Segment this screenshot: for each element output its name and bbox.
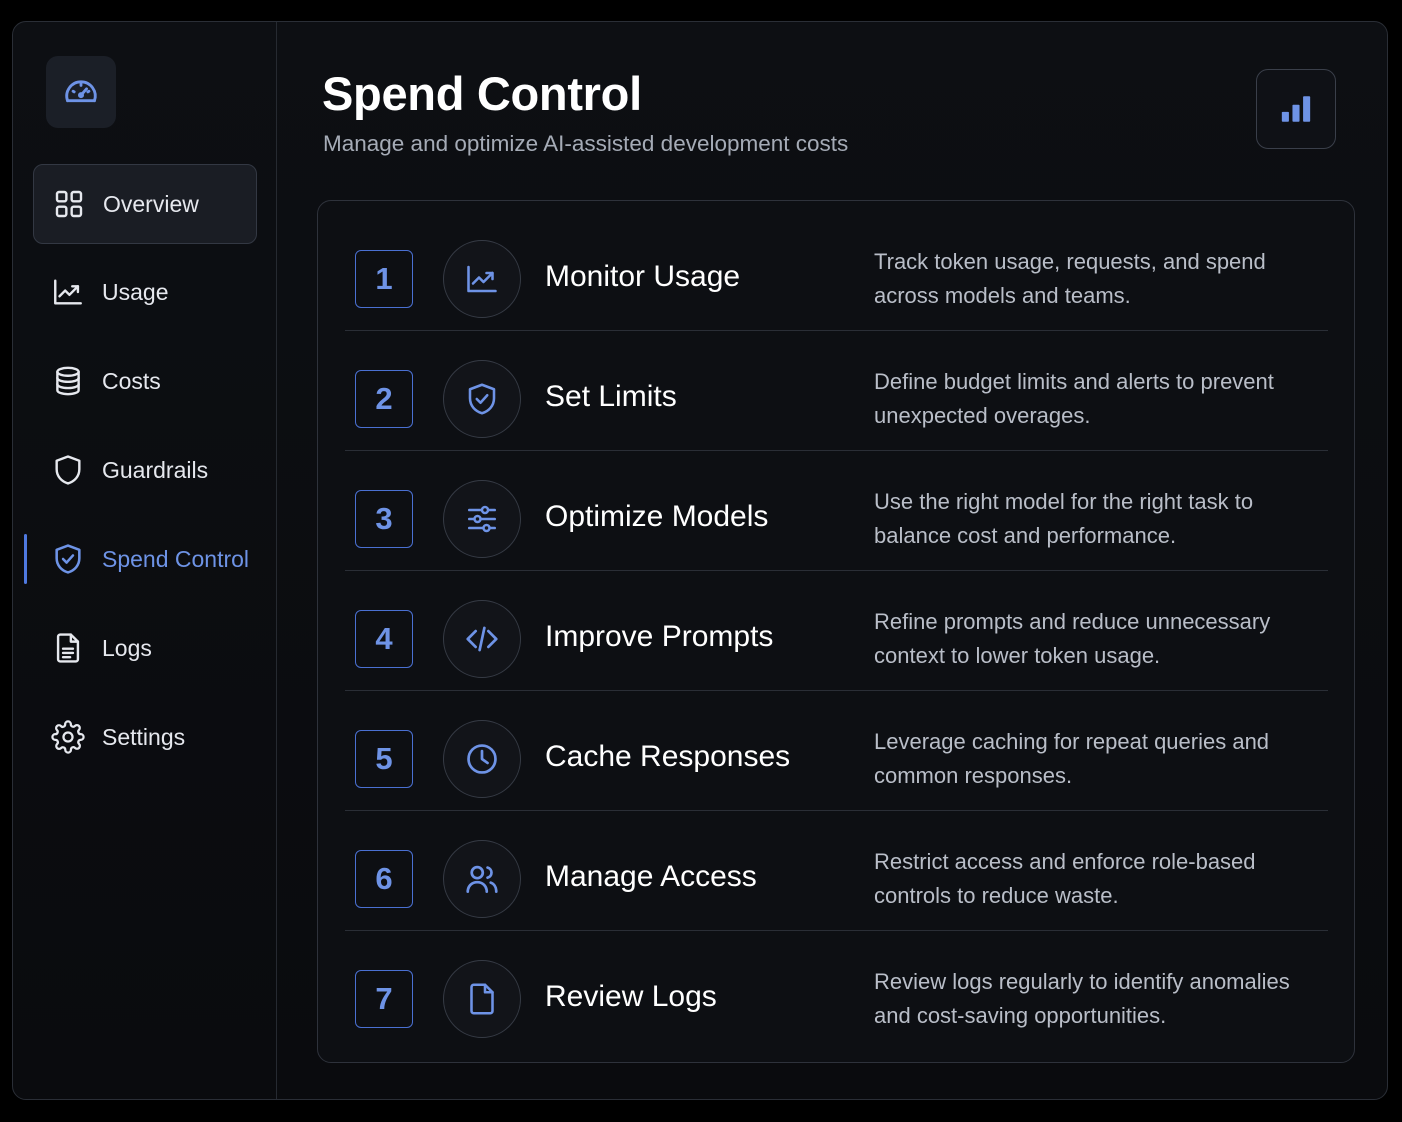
app-window: Overview Usage Costs Guardrails Spend Co… <box>12 21 1388 1100</box>
step-title: Manage Access <box>545 860 757 893</box>
step-row-improve-prompts[interactable]: 4 Improve Prompts Refine prompts and red… <box>345 571 1328 691</box>
shield-icon <box>51 453 85 487</box>
sidebar-item-settings[interactable]: Settings <box>33 697 257 777</box>
bar-chart-icon <box>1279 92 1313 126</box>
step-description: Define budget limits and alerts to preve… <box>874 369 1274 428</box>
current-indicator <box>24 534 27 584</box>
step-icon-circle <box>443 720 521 798</box>
sidebar-item-label: Guardrails <box>102 456 209 483</box>
step-description: Restrict access and enforce role-based c… <box>874 849 1256 908</box>
step-icon-circle <box>443 240 521 318</box>
sidebar-item-logs[interactable]: Logs <box>33 608 257 688</box>
step-icon-circle <box>443 480 521 558</box>
users-icon <box>463 860 501 898</box>
step-title: Review Logs <box>545 980 717 1013</box>
sidebar-item-label: Overview <box>103 190 199 217</box>
sidebar-item-guardrails[interactable]: Guardrails <box>33 430 257 510</box>
code-icon <box>463 620 501 658</box>
line-chart-icon <box>51 275 85 309</box>
clock-icon <box>463 740 501 778</box>
sidebar: Overview Usage Costs Guardrails Spend Co… <box>13 22 277 1099</box>
step-number: 4 <box>355 610 413 668</box>
step-description: Leverage caching for repeat queries and … <box>874 729 1270 788</box>
steps-card: 1 Monitor Usage Track token usage, reque… <box>317 200 1355 1063</box>
step-icon-circle <box>443 960 521 1038</box>
step-title: Set Limits <box>545 380 677 413</box>
step-row-manage-access[interactable]: 6 Manage Access Restrict access and enfo… <box>345 811 1328 931</box>
file-icon <box>464 981 500 1017</box>
step-description: Track token usage, requests, and spend a… <box>874 249 1266 308</box>
database-icon <box>51 364 85 398</box>
step-row-review-logs[interactable]: 7 Review Logs Review logs regularly to i… <box>345 931 1328 1051</box>
sidebar-item-label: Logs <box>102 634 152 661</box>
step-icon-circle <box>443 360 521 438</box>
step-number: 3 <box>355 490 413 548</box>
sliders-icon <box>464 501 500 537</box>
speedometer-icon <box>62 73 100 111</box>
app-logo[interactable] <box>46 56 116 128</box>
shield-check-icon <box>51 542 85 576</box>
sidebar-item-usage[interactable]: Usage <box>33 252 257 332</box>
sidebar-item-label: Costs <box>102 367 161 394</box>
step-icon-circle <box>443 600 521 678</box>
shield-check-icon <box>464 381 500 417</box>
step-title: Monitor Usage <box>545 260 741 293</box>
sidebar-item-label: Spend Control <box>102 545 250 572</box>
step-icon-circle <box>443 840 521 918</box>
sidebar-item-label: Usage <box>102 278 169 305</box>
page-subtitle: Manage and optimize AI-assisted developm… <box>323 131 849 156</box>
sidebar-item-overview[interactable]: Overview <box>33 164 257 244</box>
step-number: 2 <box>355 370 413 428</box>
step-number: 1 <box>355 250 413 308</box>
step-row-set-limits[interactable]: 2 Set Limits Define budget limits and al… <box>345 331 1328 451</box>
step-number: 7 <box>355 970 413 1028</box>
grid-icon <box>52 187 86 221</box>
step-row-optimize-models[interactable]: 3 Optimize Models Use the right model fo… <box>345 451 1328 571</box>
step-title: Optimize Models <box>545 500 769 533</box>
trend-chart-icon <box>464 261 500 297</box>
sidebar-item-spend-control[interactable]: Spend Control <box>33 519 257 599</box>
step-number: 5 <box>355 730 413 788</box>
step-row-cache-responses[interactable]: 5 Cache Responses Leverage caching for r… <box>345 691 1328 811</box>
step-number: 6 <box>355 850 413 908</box>
step-title: Improve Prompts <box>545 620 774 653</box>
step-title: Cache Responses <box>545 740 791 773</box>
sidebar-item-costs[interactable]: Costs <box>33 341 257 421</box>
stats-button[interactable] <box>1256 69 1336 149</box>
step-description: Refine prompts and reduce unnecessary co… <box>874 609 1271 668</box>
page-title: Spend Control <box>322 67 642 120</box>
step-description: Use the right model for the right task t… <box>874 489 1254 548</box>
document-icon <box>51 631 85 665</box>
step-row-monitor-usage[interactable]: 1 Monitor Usage Track token usage, reque… <box>345 211 1328 331</box>
step-description: Review logs regularly to identify anomal… <box>874 969 1290 1028</box>
gear-icon <box>51 720 85 754</box>
sidebar-item-label: Settings <box>102 723 186 750</box>
